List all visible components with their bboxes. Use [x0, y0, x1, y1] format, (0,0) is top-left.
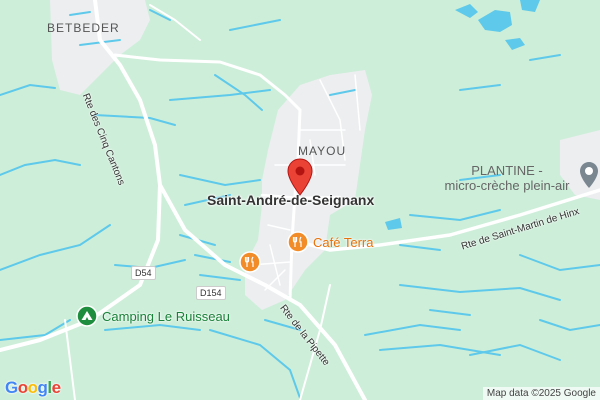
google-logo-letter: g — [37, 378, 48, 397]
google-logo-letter: o — [27, 378, 38, 397]
road-shield-d154: D154 — [196, 286, 226, 300]
fork-knife-icon[interactable] — [239, 251, 261, 273]
urban-area-betbeder — [50, 0, 150, 95]
fork-knife-icon[interactable] — [287, 231, 309, 253]
poi-label-plantine[interactable]: PLANTINE - micro-crèche plein-air — [437, 163, 577, 193]
lakes — [385, 0, 540, 230]
map-attribution[interactable]: Map data ©2025 Google — [482, 387, 600, 400]
google-logo[interactable]: Google — [5, 378, 61, 398]
place-label-betbeder: BETBEDER — [47, 21, 120, 35]
poi-label-camping[interactable]: Camping Le Ruisseau — [102, 309, 230, 324]
poi-label-cafe-terra[interactable]: Café Terra — [313, 235, 373, 250]
red-pin-icon[interactable] — [287, 158, 313, 196]
poi-label-plantine-line1: PLANTINE - — [471, 163, 543, 178]
place-label-mayou: MAYOU — [298, 144, 347, 158]
gray-pin-icon[interactable] — [579, 161, 599, 189]
google-logo-letter: G — [5, 378, 18, 397]
map-view[interactable]: BETBEDER MAYOU Rte des Cinq Cantons Rte … — [0, 0, 600, 400]
road-shield-d54: D54 — [131, 266, 156, 280]
poi-label-plantine-line2: micro-crèche plein-air — [444, 178, 570, 193]
google-logo-letter: e — [51, 378, 61, 397]
google-logo-letter: o — [17, 378, 28, 397]
tent-icon[interactable] — [76, 305, 98, 327]
